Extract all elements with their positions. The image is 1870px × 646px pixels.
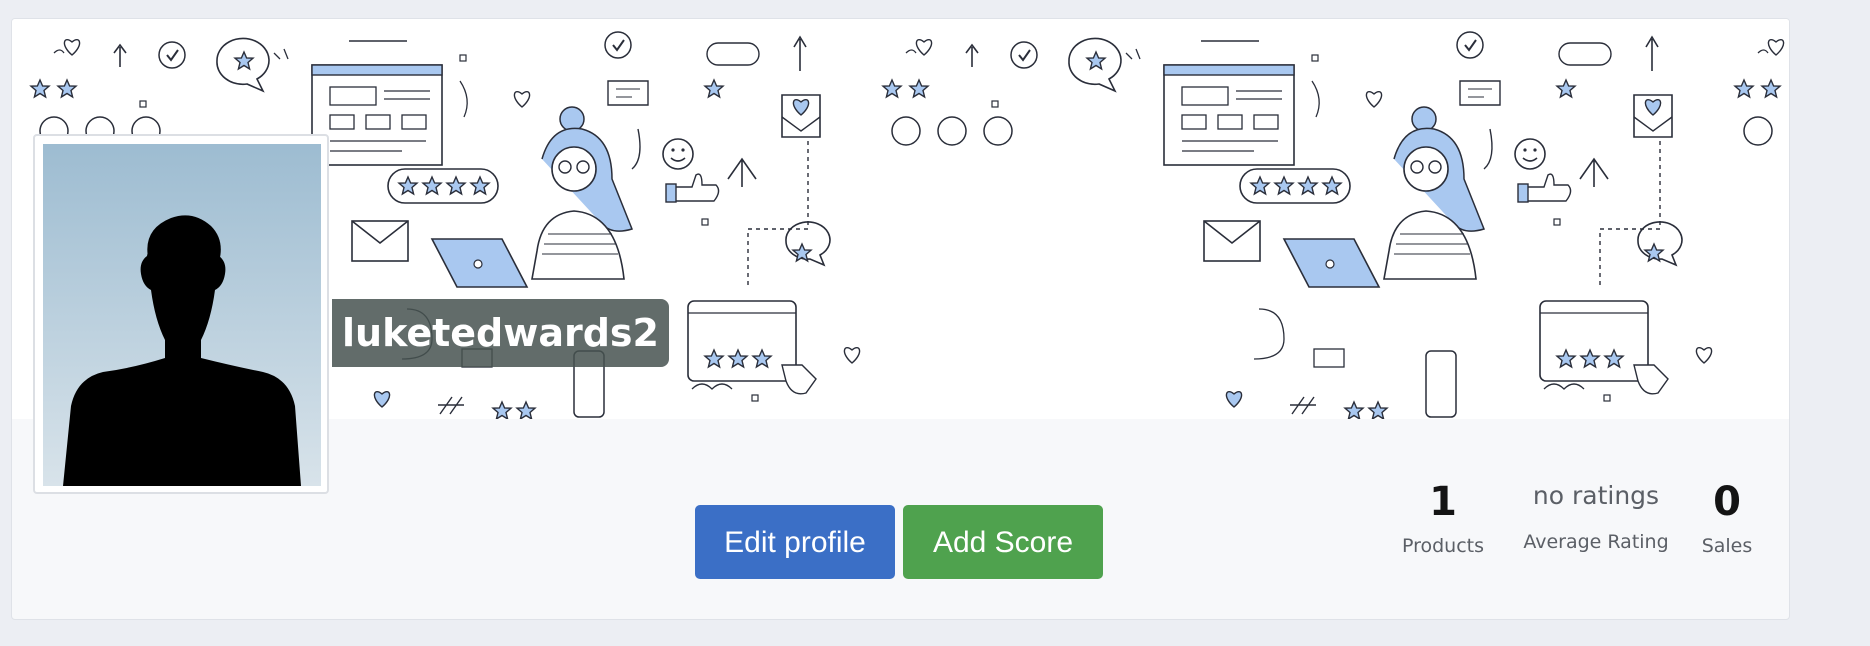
- silhouette-icon: [43, 144, 321, 486]
- add-score-button[interactable]: Add Score: [903, 505, 1103, 579]
- products-count: 1: [1429, 479, 1457, 525]
- stat-sales: 0 Sales: [1692, 475, 1762, 557]
- profile-card: luketedwards2 Edit profile Add Score 1 P…: [11, 18, 1790, 620]
- stat-average-rating: no ratings Average Rating: [1506, 475, 1686, 553]
- products-label: Products: [1401, 535, 1485, 557]
- edit-profile-button[interactable]: Edit profile: [695, 505, 895, 579]
- avatar-frame: [33, 134, 329, 494]
- avatar: [43, 144, 321, 486]
- sales-label: Sales: [1701, 535, 1753, 557]
- average-rating-label: Average Rating: [1523, 531, 1669, 553]
- username-label: luketedwards2: [332, 299, 669, 367]
- average-rating-value: no ratings: [1532, 481, 1660, 510]
- stat-products: 1 Products: [1388, 475, 1498, 557]
- sales-count: 0: [1713, 479, 1741, 525]
